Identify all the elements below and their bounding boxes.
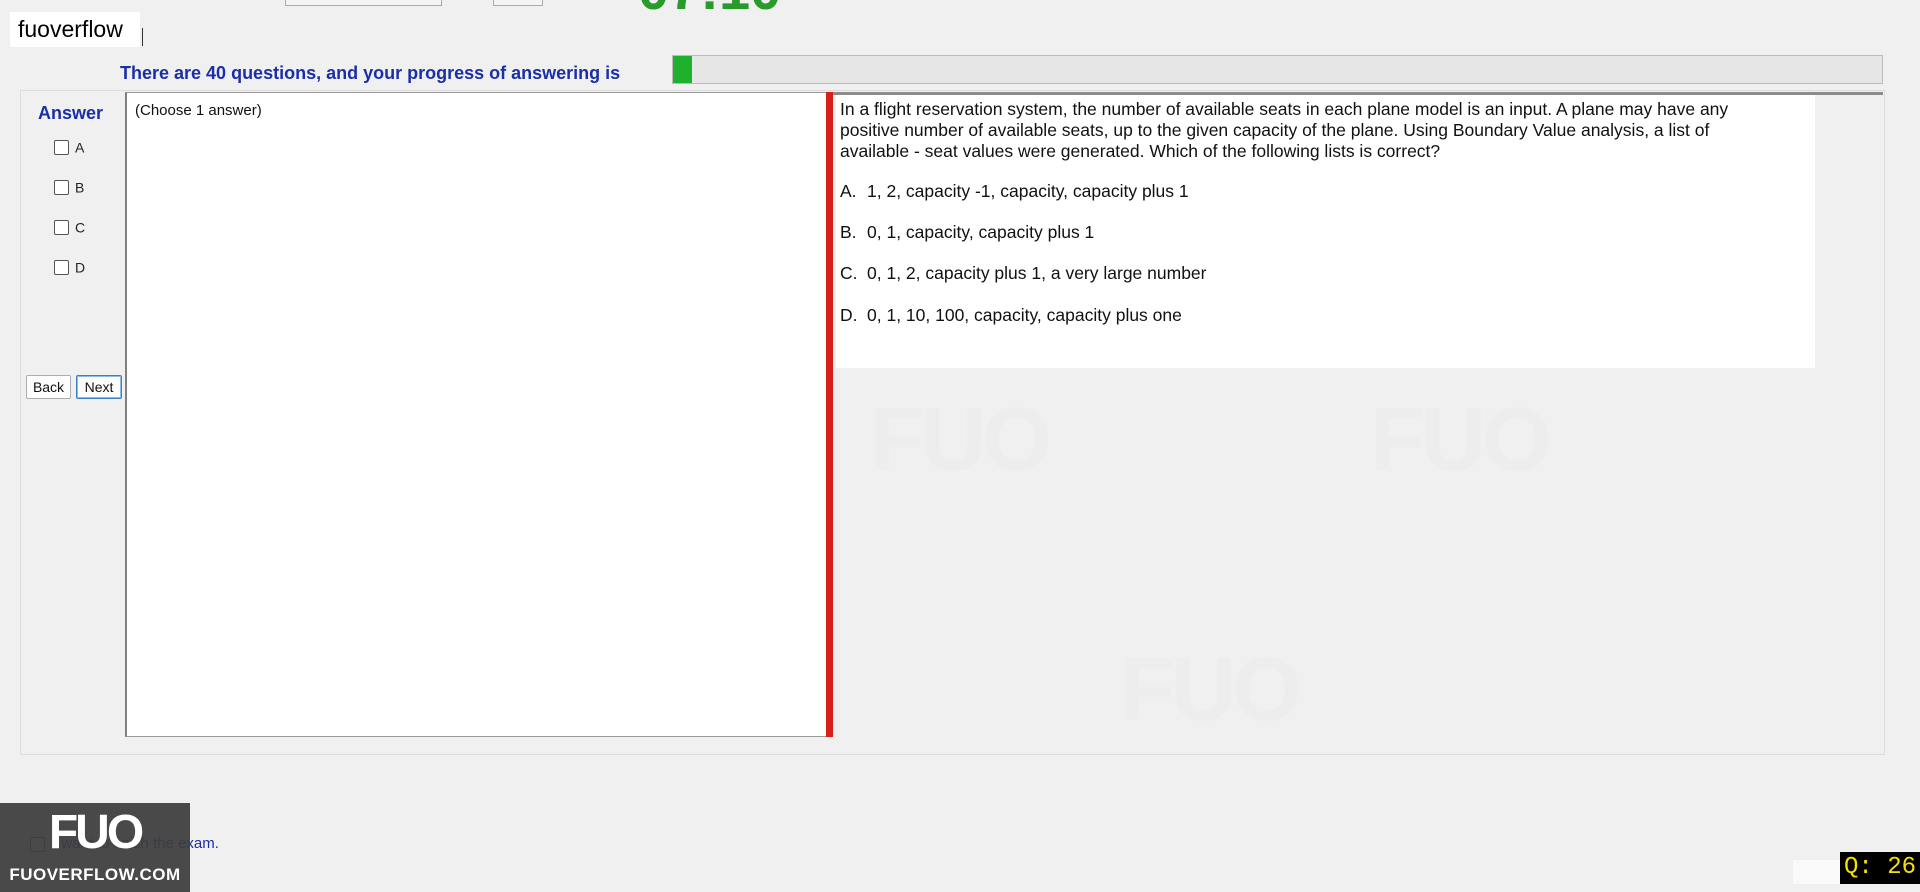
question-option-a: A. 1, 2, capacity -1, capacity, capacity … [840, 181, 1189, 201]
app-title-field[interactable]: fuoverflow [10, 12, 140, 47]
progress-fill [673, 56, 693, 83]
progress-bar [672, 55, 1883, 84]
countdown-timer: 07:10 [638, 0, 781, 18]
top-field[interactable] [285, 0, 442, 6]
checkbox-icon[interactable] [54, 259, 69, 275]
question-box: In a flight reservation system, the numb… [836, 95, 1815, 368]
exam-window: 07:10 fuoverflow There are 40 questions,… [0, 0, 1920, 892]
checkbox-icon[interactable] [54, 179, 69, 195]
text-caret [142, 28, 143, 46]
question-option-c: C. 0, 1, 2, capacity plus 1, a very large… [840, 263, 1207, 283]
answer-option-d[interactable]: D [54, 258, 85, 275]
question-number-badge: Q: 26 [1840, 852, 1920, 884]
logo-text: FUOVERFLOW.COM [9, 865, 181, 884]
fuoverflow-logo: FUO FUOVERFLOW.COM [0, 803, 190, 892]
top-small-field[interactable] [493, 0, 543, 6]
panel-splitter[interactable] [826, 92, 833, 737]
answer-option-b[interactable]: B [54, 178, 84, 195]
progress-label: There are 40 questions, and your progres… [120, 63, 621, 83]
question-number-pad [1793, 860, 1841, 884]
question-option-b: B. 0, 1, capacity, capacity plus 1 [840, 222, 1095, 242]
question-text: In a flight reservation system, the numb… [840, 99, 1729, 161]
answer-panel[interactable]: (Choose 1 answer) [125, 92, 830, 737]
question-option-d: D. 0, 1, 10, 100, capacity, capacity plus… [840, 305, 1182, 325]
answer-option-c[interactable]: C [54, 218, 85, 235]
back-button[interactable]: Back [26, 375, 71, 399]
answer-option-a[interactable]: A [54, 138, 84, 155]
logo-mark: FUO [48, 806, 144, 859]
checkbox-icon[interactable] [54, 139, 69, 155]
answer-heading: Answer [38, 103, 104, 123]
next-button[interactable]: Next [76, 375, 122, 399]
checkbox-icon[interactable] [54, 219, 69, 235]
choose-note: (Choose 1 answer) [135, 102, 262, 119]
